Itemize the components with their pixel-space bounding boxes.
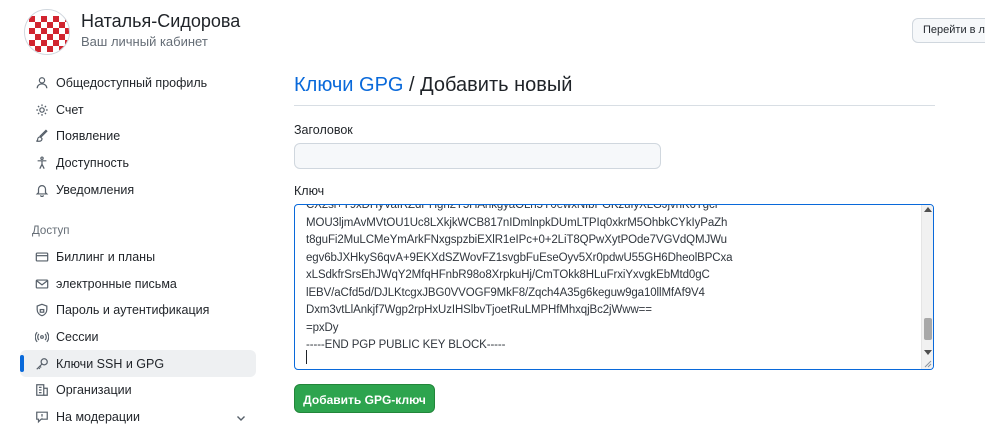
sidebar-item-label: Появление: [56, 129, 121, 144]
key-icon: [34, 356, 50, 372]
key-line: -----END PGP PUBLIC KEY BLOCK-----: [306, 339, 506, 351]
sidebar-item-ssh-gpg-keys[interactable]: Ключи SSH и GPG: [20, 350, 256, 377]
breadcrumb-separator: /: [403, 74, 421, 96]
sidebar-item-notifications[interactable]: Уведомления: [20, 176, 256, 203]
credit-card-icon: [34, 249, 50, 265]
scrollbar-thumb[interactable]: [924, 318, 932, 340]
text-cursor: [306, 350, 307, 364]
user-subtitle: Ваш личный кабинет: [81, 34, 208, 49]
sidebar-item-label: Счет: [56, 102, 84, 117]
header: Наталья-Сидорова Ваш личный кабинет Пере…: [0, 0, 985, 62]
scroll-up-icon[interactable]: [924, 207, 932, 212]
sidebar-item-billing[interactable]: Биллинг и планы: [20, 244, 256, 271]
report-icon: [34, 409, 50, 425]
chevron-down-icon[interactable]: [236, 412, 246, 426]
add-gpg-key-button[interactable]: Добавить GPG-ключ: [294, 384, 435, 413]
mail-icon: [34, 276, 50, 292]
gear-icon: [34, 102, 50, 118]
sidebar-item-emails[interactable]: электронные письма: [20, 271, 256, 298]
key-line: egv6bJXHkyS6qvA+9EKXdSZWovFZ1svgbFuEseOy…: [306, 251, 733, 264]
sidebar-item-label: электронные письма: [56, 276, 177, 291]
resize-handle-icon[interactable]: [924, 360, 932, 368]
shield-lock-icon: [34, 302, 50, 318]
avatar[interactable]: [24, 9, 70, 55]
goto-profile-button[interactable]: Перейти в ли: [912, 18, 985, 43]
key-label: Ключ: [294, 184, 325, 198]
key-line: CX2si+T9xDHyVaIRZdPHgh2T5HAhkgyaOLh5Y0ew…: [306, 204, 718, 211]
sidebar-item-label: Сессии: [56, 330, 99, 345]
key-text: CX2si+T9xDHyVaIRZdPHgh2T5HAhkgyaOLh5Y0ew…: [306, 204, 914, 355]
organization-icon: [34, 382, 50, 398]
key-line: t8guFi2MuLCMeYmArkFNxgspzbiEXlR1eIPc+0+2…: [306, 234, 727, 246]
sidebar-item-public-profile[interactable]: Общедоступный профиль: [20, 70, 256, 97]
accessibility-icon: [34, 155, 50, 171]
sidebar-item-password[interactable]: Пароль и аутентификация: [20, 297, 256, 324]
sidebar-item-moderation[interactable]: На модерации: [20, 404, 256, 429]
sidebar-item-appearance[interactable]: Появление: [20, 123, 256, 150]
sidebar-item-account[interactable]: Счет: [20, 97, 256, 124]
sidebar-section-access: Доступ: [32, 224, 70, 237]
sidebar-item-accessibility[interactable]: Доступность: [20, 150, 256, 177]
key-line: Dxm3vtLlAnkjf7Wgp2rpHxUzIHSlbvTjoetRuLMP…: [306, 304, 652, 316]
paintbrush-icon: [34, 128, 50, 144]
key-line: xLSdkfrSrsEhJWqY2MfqHFnbR98o8XrpkuHj/CmT…: [306, 269, 710, 281]
sidebar-item-label: Доступность: [56, 156, 130, 171]
textarea-scrollbar[interactable]: [921, 205, 933, 369]
main-content: Ключи GPG / Добавить новый Заголовок Клю…: [294, 70, 935, 413]
breadcrumb-current: Добавить новый: [420, 74, 573, 96]
sidebar-item-label: Уведомления: [56, 182, 135, 197]
key-line: MOU3ljmAvMVtOU1Uc8LXkjkWCB817nIDmlnpkDUm…: [306, 216, 728, 229]
sidebar-item-label: Биллинг и планы: [56, 250, 156, 265]
sidebar-item-label: Пароль и аутентификация: [56, 303, 210, 318]
person-icon: [34, 75, 50, 91]
sidebar-item-sessions[interactable]: Сессии: [20, 324, 256, 351]
sidebar-item-label: На модерации: [56, 409, 140, 424]
key-line: =pxDy: [306, 321, 339, 334]
bell-icon: [34, 182, 50, 198]
user-name[interactable]: Наталья-Сидорова: [81, 11, 240, 32]
sidebar-item-organizations[interactable]: Организации: [20, 377, 256, 404]
page-title: Ключи GPG / Добавить новый: [294, 70, 935, 106]
broadcast-icon: [34, 329, 50, 345]
settings-sidebar: Общедоступный профиль Счет Появление Дос…: [20, 70, 256, 429]
sidebar-item-label: Общедоступный профиль: [56, 76, 208, 91]
breadcrumb-gpg-keys-link[interactable]: Ключи GPG: [294, 74, 403, 96]
scroll-down-icon[interactable]: [924, 350, 932, 355]
key-textarea[interactable]: CX2si+T9xDHyVaIRZdPHgh2T5HAhkgyaOLh5Y0ew…: [294, 204, 934, 370]
sidebar-item-label: Ключи SSH и GPG: [56, 356, 165, 371]
key-line: lEBV/aCfd5d/DJLKtcgxJBG0VVOGF9MkF8/Zqch4…: [306, 286, 705, 299]
sidebar-item-label: Организации: [56, 383, 132, 398]
title-input[interactable]: [294, 143, 661, 169]
title-label: Заголовок: [294, 123, 353, 137]
